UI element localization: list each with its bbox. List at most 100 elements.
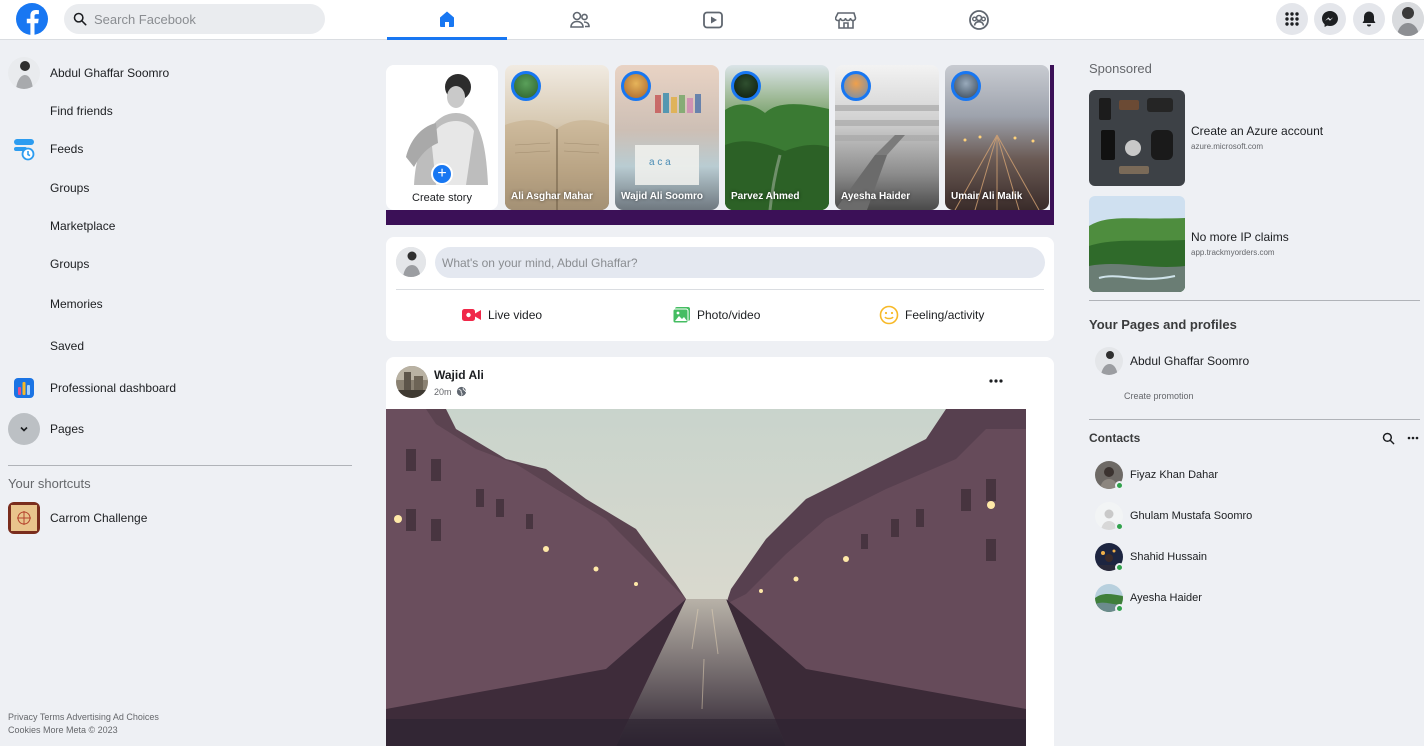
story-card[interactable]: Umair Ali Malik <box>945 65 1049 210</box>
right-divider <box>1089 300 1420 301</box>
contact-name: Fiyaz Khan Dahar <box>1130 469 1219 481</box>
story-card[interactable]: a c a Wajid Ali Soomro <box>615 65 719 210</box>
footer-links-2[interactable]: Cookies More Meta © 2023 <box>8 725 118 735</box>
feeling-activity-button[interactable]: Feeling/activity <box>879 303 984 327</box>
contact-name: Ayesha Haider <box>1130 592 1202 604</box>
post-image[interactable] <box>386 409 1026 746</box>
live-video-button[interactable]: Live video <box>461 303 542 327</box>
contact-name: Shahid Hussain <box>1130 551 1208 563</box>
contact-name: Ghulam Mustafa Soomro <box>1130 510 1253 522</box>
story-avatar <box>511 71 541 101</box>
tab-marketplace[interactable] <box>786 0 906 40</box>
footer-links[interactable]: Privacy Terms Advertising Ad Choices <box>8 712 159 722</box>
story-name: Parvez Ahmed <box>731 191 800 202</box>
sidebar-item-marketplace[interactable]: Marketplace <box>8 208 348 244</box>
tab-home[interactable] <box>387 0 507 40</box>
sidebar-item-saved[interactable]: Saved <box>8 328 348 364</box>
post-author-name[interactable]: Wajid Ali <box>434 368 484 382</box>
composer-divider <box>396 289 1044 290</box>
sidebar-item-memories[interactable]: Memories <box>8 286 348 322</box>
post-composer: Live video Photo/video Feeling/activity <box>386 237 1054 341</box>
shortcut-label: Carrom Challenge <box>50 511 148 525</box>
sidebar-item-professional-dashboard[interactable]: Professional dashboard <box>8 370 348 406</box>
messenger-button[interactable] <box>1314 3 1346 35</box>
post-time-text: 20m <box>434 386 452 397</box>
contact-avatar <box>1095 461 1124 490</box>
more-options-icon[interactable] <box>1407 435 1419 441</box>
online-status-dot <box>1115 604 1124 613</box>
menu-button[interactable] <box>1276 3 1308 35</box>
post-author-avatar[interactable] <box>396 366 428 398</box>
stories-carousel: + Create story Ali Asghar Mahar a c a Wa… <box>386 65 1054 225</box>
sidebar-item-groups[interactable]: Groups <box>8 170 348 206</box>
profile-avatar[interactable] <box>1392 2 1424 36</box>
sponsored-ad[interactable]: Create an Azure account azure.microsoft.… <box>1089 90 1419 186</box>
sponsored-ad[interactable]: No more IP claims app.trackmyorders.com <box>1089 196 1419 292</box>
marketplace-icon <box>835 12 857 29</box>
photo-video-label: Photo/video <box>697 308 761 322</box>
story-name: Wajid Ali Soomro <box>621 191 704 202</box>
ad-url: azure.microsoft.com <box>1191 142 1264 151</box>
sidebar-item-find-friends[interactable]: Find friends <box>8 93 348 129</box>
sidebar-item-feeds[interactable]: Feeds <box>8 131 348 167</box>
photo-video-button[interactable]: Photo/video <box>672 303 760 327</box>
groups-icon <box>8 172 40 204</box>
sidebar-item-label: Find friends <box>50 104 113 118</box>
sidebar-item-pages[interactable]: Pages <box>8 411 348 447</box>
story-card[interactable]: Ali Asghar Mahar <box>505 65 609 210</box>
photo-video-icon <box>672 307 690 324</box>
tab-friends[interactable] <box>520 0 640 40</box>
page-profile-item[interactable]: Abdul Ghaffar Soomro <box>1095 346 1249 376</box>
create-promotion-link[interactable]: Create promotion <box>1124 391 1194 401</box>
find-friends-icon <box>8 95 40 127</box>
whats-on-your-mind-input[interactable] <box>435 247 1045 278</box>
story-name: Ali Asghar Mahar <box>511 191 593 202</box>
search-input[interactable] <box>94 4 319 34</box>
carrom-game-icon <box>8 502 40 534</box>
contacts-heading: Contacts <box>1089 431 1141 445</box>
online-status-dot <box>1115 481 1124 490</box>
more-options-button[interactable] <box>986 373 1006 389</box>
dashboard-icon <box>8 372 40 404</box>
sidebar-item-label: Pages <box>50 422 85 436</box>
facebook-logo-icon[interactable] <box>16 3 48 35</box>
live-video-label: Live video <box>488 308 543 322</box>
tab-watch[interactable] <box>653 0 773 40</box>
sidebar-item-label: Feeds <box>50 142 84 156</box>
search-contacts-icon[interactable] <box>1382 432 1395 445</box>
sidebar-item-groups-2[interactable]: Groups <box>8 246 348 282</box>
your-pages-heading: Your Pages and profiles <box>1089 317 1237 332</box>
feeling-smiley-icon <box>879 305 899 325</box>
contact-avatar <box>1095 502 1124 531</box>
story-avatar <box>731 71 761 101</box>
feeds-icon <box>8 133 40 165</box>
sidebar-item-label: Memories <box>50 297 103 311</box>
messenger-icon <box>1322 11 1338 27</box>
shortcut-carrom-challenge[interactable]: Carrom Challenge <box>8 500 348 536</box>
create-story-card[interactable]: + Create story <box>386 65 498 210</box>
notifications-button[interactable] <box>1353 3 1385 35</box>
contact-item[interactable]: Shahid Hussain <box>1095 542 1207 572</box>
contact-item[interactable]: Ayesha Haider <box>1095 583 1202 613</box>
sidebar-item-profile[interactable]: Abdul Ghaffar Soomro <box>8 55 348 91</box>
contact-item[interactable]: Fiyaz Khan Dahar <box>1095 460 1218 490</box>
right-divider <box>1089 419 1420 420</box>
stories-scroll-edge <box>1050 65 1054 225</box>
feeling-activity-label: Feeling/activity <box>905 308 985 322</box>
post-timestamp[interactable]: 20m <box>434 386 467 397</box>
story-card[interactable]: Ayesha Haider <box>835 65 939 210</box>
online-status-dot <box>1115 522 1124 531</box>
plus-icon[interactable]: + <box>431 163 453 185</box>
search-box[interactable] <box>64 4 325 34</box>
sidebar-item-label: Groups <box>50 181 90 195</box>
composer-avatar <box>396 247 426 277</box>
chevron-down-icon[interactable] <box>8 413 40 445</box>
top-navigation-bar <box>0 0 1424 40</box>
watch-icon <box>703 11 723 29</box>
stories-strip <box>386 210 1050 225</box>
tab-groups[interactable] <box>919 0 1039 40</box>
contact-avatar <box>1095 543 1124 572</box>
story-card[interactable]: Parvez Ahmed <box>725 65 829 210</box>
contact-item[interactable]: Ghulam Mustafa Soomro <box>1095 501 1252 531</box>
more-horizontal-icon <box>989 379 1003 383</box>
